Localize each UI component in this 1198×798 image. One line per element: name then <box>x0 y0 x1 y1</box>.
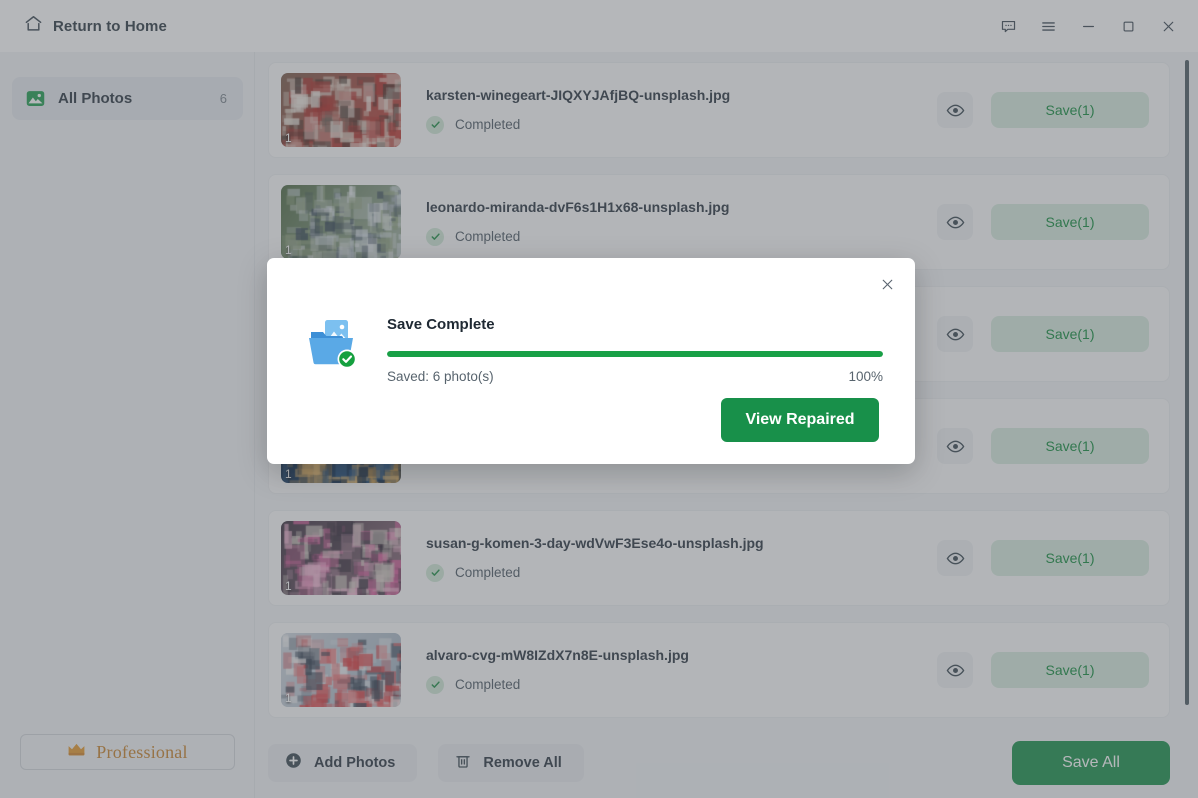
progress-meta: Saved: 6 photo(s) 100% <box>387 369 883 384</box>
saved-count-label: Saved: 6 photo(s) <box>387 369 494 384</box>
progress-percent-label: 100% <box>848 369 883 384</box>
app-window: Return to Home <box>0 0 1198 798</box>
dialog-body: Save Complete Saved: 6 photo(s) 100% <box>303 313 883 384</box>
dialog-text: Save Complete Saved: 6 photo(s) 100% <box>387 313 883 384</box>
folder-photo-success-icon <box>303 315 361 373</box>
close-icon[interactable] <box>871 268 903 300</box>
view-repaired-label: View Repaired <box>745 411 854 429</box>
dialog-title: Save Complete <box>387 316 883 333</box>
view-repaired-button[interactable]: View Repaired <box>721 398 879 442</box>
save-progress-fill <box>387 351 883 357</box>
save-progress-bar <box>387 351 883 357</box>
save-complete-dialog: Save Complete Saved: 6 photo(s) 100% Vie… <box>267 258 915 464</box>
